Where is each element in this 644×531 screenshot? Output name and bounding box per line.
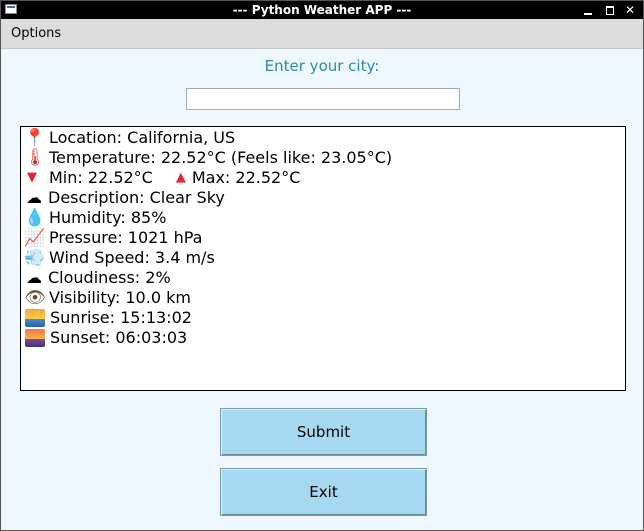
description-line: ☁ Description: Clear Sky: [24, 188, 625, 208]
min-max-line: ▼ Min: 22.52°C ▲ Max: 22.52°C: [24, 168, 625, 188]
wind-text: Wind Speed: 3.4 m/s: [49, 248, 215, 267]
menu-options[interactable]: Options: [11, 26, 61, 41]
sunset-line: Sunset: 06:03:03: [24, 328, 625, 348]
wind-line: 💨 Wind Speed: 3.4 m/s: [24, 248, 625, 268]
visibility-line: 👁 Visibility: 10.0 km: [24, 288, 625, 308]
cloud-icon: ☁: [26, 268, 42, 287]
min-text: Min: 22.52°C: [49, 168, 153, 187]
thermometer-icon: 🌡: [24, 148, 46, 168]
menu-bar: Options: [1, 19, 643, 49]
sunrise-line: Sunrise: 15:13:02: [24, 308, 625, 328]
sunset-text: Sunset: 06:03:03: [50, 328, 188, 347]
humidity-text: Humidity: 85%: [49, 208, 167, 227]
app-window: --- Python Weather APP --- ✕ Options Ent…: [0, 0, 644, 531]
location-pin-icon: 📍: [24, 128, 46, 148]
temperature-text: Temperature: 22.52°C (Feels like: 23.05°…: [49, 148, 393, 167]
city-prompt-label: Enter your city:: [264, 57, 380, 75]
submit-button[interactable]: Submit: [220, 408, 427, 456]
visibility-text: Visibility: 10.0 km: [49, 288, 191, 307]
window-title: --- Python Weather APP ---: [232, 3, 412, 17]
down-triangle-icon: ▼: [27, 170, 37, 185]
exit-button[interactable]: Exit: [220, 468, 427, 516]
pressure-line: 📈 Pressure: 1021 hPa: [24, 228, 625, 248]
pressure-text: Pressure: 1021 hPa: [49, 228, 203, 247]
up-triangle-icon: ▲: [175, 170, 186, 185]
description-text: Description: Clear Sky: [48, 188, 225, 207]
temperature-line: 🌡 Temperature: 22.52°C (Feels like: 23.0…: [24, 148, 625, 168]
humidity-line: 💧 Humidity: 85%: [24, 208, 625, 228]
max-text: Max: 22.52°C: [191, 168, 301, 187]
title-bar[interactable]: --- Python Weather APP --- ✕: [1, 1, 643, 19]
sunset-icon: [25, 329, 45, 347]
chart-increasing-icon: 📈: [24, 228, 46, 248]
minimize-button[interactable]: [581, 3, 595, 17]
sunrise-icon: [25, 309, 45, 327]
cloud-icon: ☁: [26, 188, 42, 207]
cloudiness-text: Cloudiness: 2%: [48, 268, 171, 287]
location-line: 📍 Location: California, US: [24, 128, 625, 148]
city-input[interactable]: [186, 88, 460, 110]
location-text: Location: California, US: [49, 128, 236, 147]
weather-output-box[interactable]: 📍 Location: California, US 🌡 Temperature…: [20, 126, 626, 391]
eye-icon: 👁: [24, 288, 46, 308]
cloudiness-line: ☁ Cloudiness: 2%: [24, 268, 625, 288]
close-button[interactable]: ✕: [623, 3, 637, 17]
droplet-icon: 💧: [24, 208, 46, 228]
wind-icon: 💨: [24, 248, 46, 268]
maximize-button[interactable]: [603, 3, 617, 17]
sunrise-text: Sunrise: 15:13:02: [50, 308, 192, 327]
